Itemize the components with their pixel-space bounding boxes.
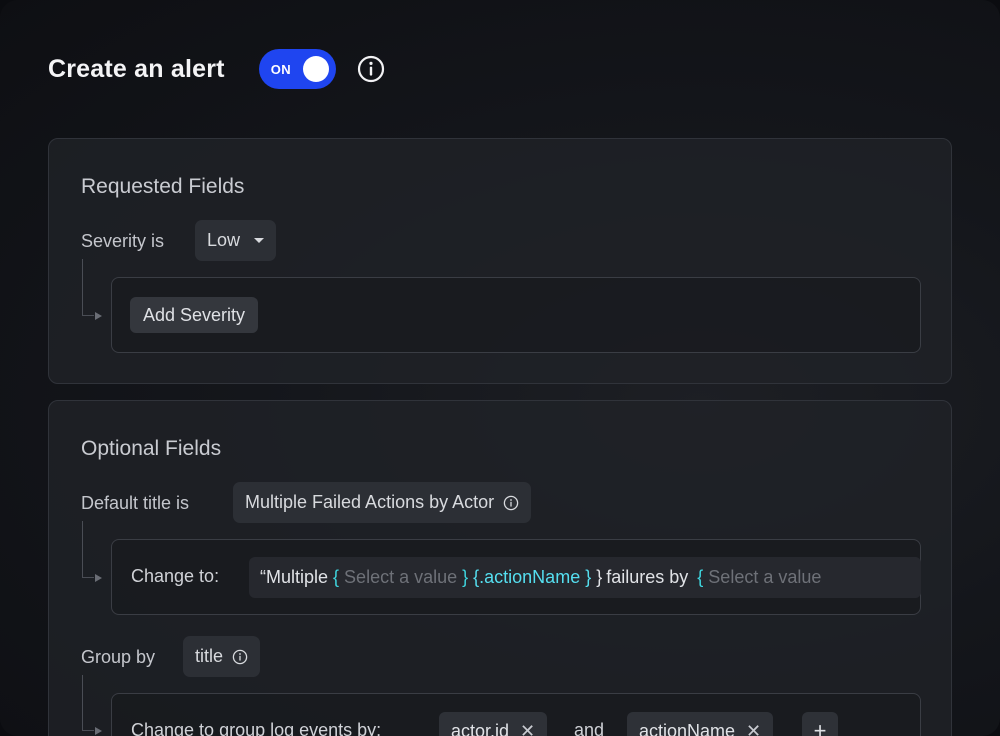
add-severity-box: Add Severity (111, 277, 921, 353)
group-tag-label: actionName (639, 720, 736, 736)
token-close-brace: } (585, 567, 592, 587)
close-icon[interactable]: ✕ (520, 721, 535, 736)
default-title-value: Multiple Failed Actions by Actor (245, 492, 495, 512)
group-by-label: Group by (81, 647, 156, 667)
optional-fields-panel: Optional Fields Default title is Multipl… (48, 400, 952, 736)
brace-close: } (462, 567, 469, 587)
info-icon[interactable] (503, 495, 519, 511)
optional-fields-title: Optional Fields (81, 437, 222, 460)
arrow-right-icon (95, 312, 102, 320)
requested-fields-title: Requested Fields (81, 175, 245, 198)
toggle-label: ON (270, 61, 292, 77)
info-icon[interactable] (357, 55, 385, 83)
group-tag-label: actor.id (451, 720, 510, 736)
info-icon[interactable] (232, 649, 248, 665)
severity-label: Severity is (81, 231, 165, 251)
template-middle: failures by (606, 567, 689, 587)
brace-open: { (333, 567, 340, 587)
action-name-token[interactable]: {.actionName (473, 567, 580, 588)
toggle-knob (302, 56, 329, 82)
group-by-value: title (195, 646, 224, 666)
title-connector (82, 521, 102, 582)
select-value-placeholder[interactable]: Select a value (344, 567, 457, 588)
severity-connector (82, 259, 102, 320)
default-title-label: Default title is (81, 493, 190, 513)
alert-toggle[interactable]: ON (258, 49, 336, 89)
brace-open-2: { (697, 567, 704, 587)
group-by-chip: title (183, 636, 261, 677)
arrow-right-icon (95, 574, 102, 582)
requested-fields-panel: Requested Fields Severity is Low Add Sev… (48, 138, 952, 384)
template-brace-close: } (596, 567, 603, 587)
group-change-label: Change to group log events by: (131, 720, 382, 736)
template-prefix: “Multiple (260, 567, 329, 587)
title-template-input[interactable]: “Multiple { Select a value } {.actionNam… (249, 557, 921, 598)
alert-window: Create an alert ON Requested Fields Seve… (0, 0, 1000, 736)
group-tag-action-name[interactable]: actionName ✕ (627, 712, 774, 736)
severity-value: Low (207, 230, 241, 250)
severity-dropdown[interactable]: Low (195, 220, 277, 261)
page-title: Create an alert (48, 54, 225, 83)
overflow-fade (893, 557, 921, 598)
caret-down-icon (254, 238, 265, 243)
select-value-placeholder-2[interactable]: Select a value (708, 567, 821, 588)
group-tag-actor-id[interactable]: actor.id ✕ (439, 712, 548, 736)
group-by-box: Change to group log events by: actor.id … (111, 693, 921, 736)
change-to-label: Change to: (131, 566, 220, 586)
group-connector (82, 675, 102, 735)
add-severity-button[interactable]: Add Severity (130, 297, 259, 333)
header: Create an alert ON (48, 48, 385, 90)
arrow-right-icon (95, 727, 102, 735)
and-label: and (574, 720, 605, 736)
add-group-tag-button[interactable]: + (802, 712, 838, 736)
close-icon[interactable]: ✕ (746, 721, 761, 736)
default-title-chip: Multiple Failed Actions by Actor (233, 482, 532, 523)
change-title-box: Change to: “Multiple { Select a value } … (111, 539, 921, 615)
